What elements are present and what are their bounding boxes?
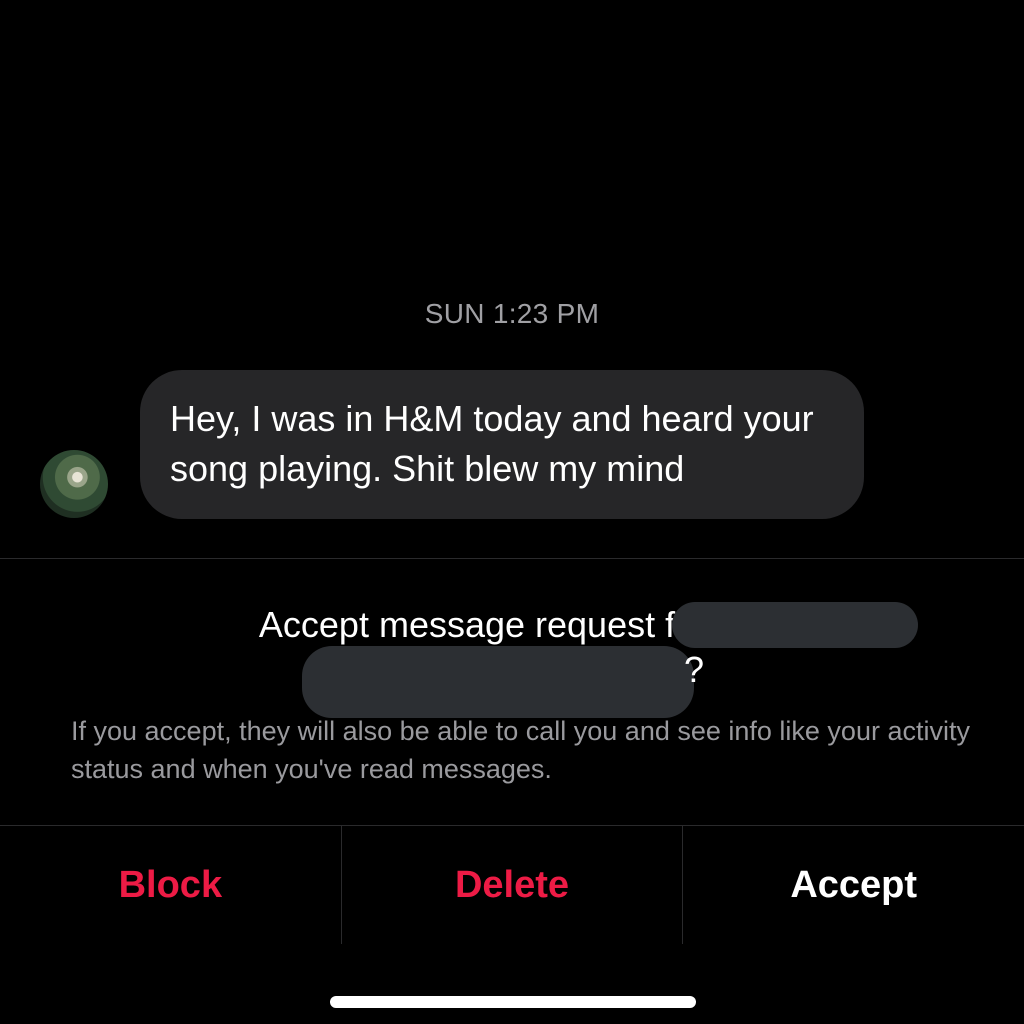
- redacted-name: [302, 646, 694, 718]
- message-request-screen: SUN 1:23 PM Hey, I was in H&M today and …: [0, 0, 1024, 1024]
- request-title-end: ?: [684, 649, 705, 690]
- request-info-text: If you accept, they will also be able to…: [71, 716, 970, 784]
- divider: [0, 558, 1024, 559]
- block-button[interactable]: Block: [0, 826, 341, 944]
- sender-avatar[interactable]: [40, 450, 108, 518]
- message-timestamp: SUN 1:23 PM: [424, 298, 600, 329]
- message-bubble[interactable]: Hey, I was in H&M today and heard your s…: [140, 370, 864, 519]
- request-actions: Block Delete Accept: [0, 826, 1024, 944]
- accept-button[interactable]: Accept: [682, 826, 1024, 944]
- redacted-username: [672, 602, 918, 648]
- delete-button[interactable]: Delete: [340, 826, 683, 944]
- home-indicator[interactable]: [330, 996, 696, 1008]
